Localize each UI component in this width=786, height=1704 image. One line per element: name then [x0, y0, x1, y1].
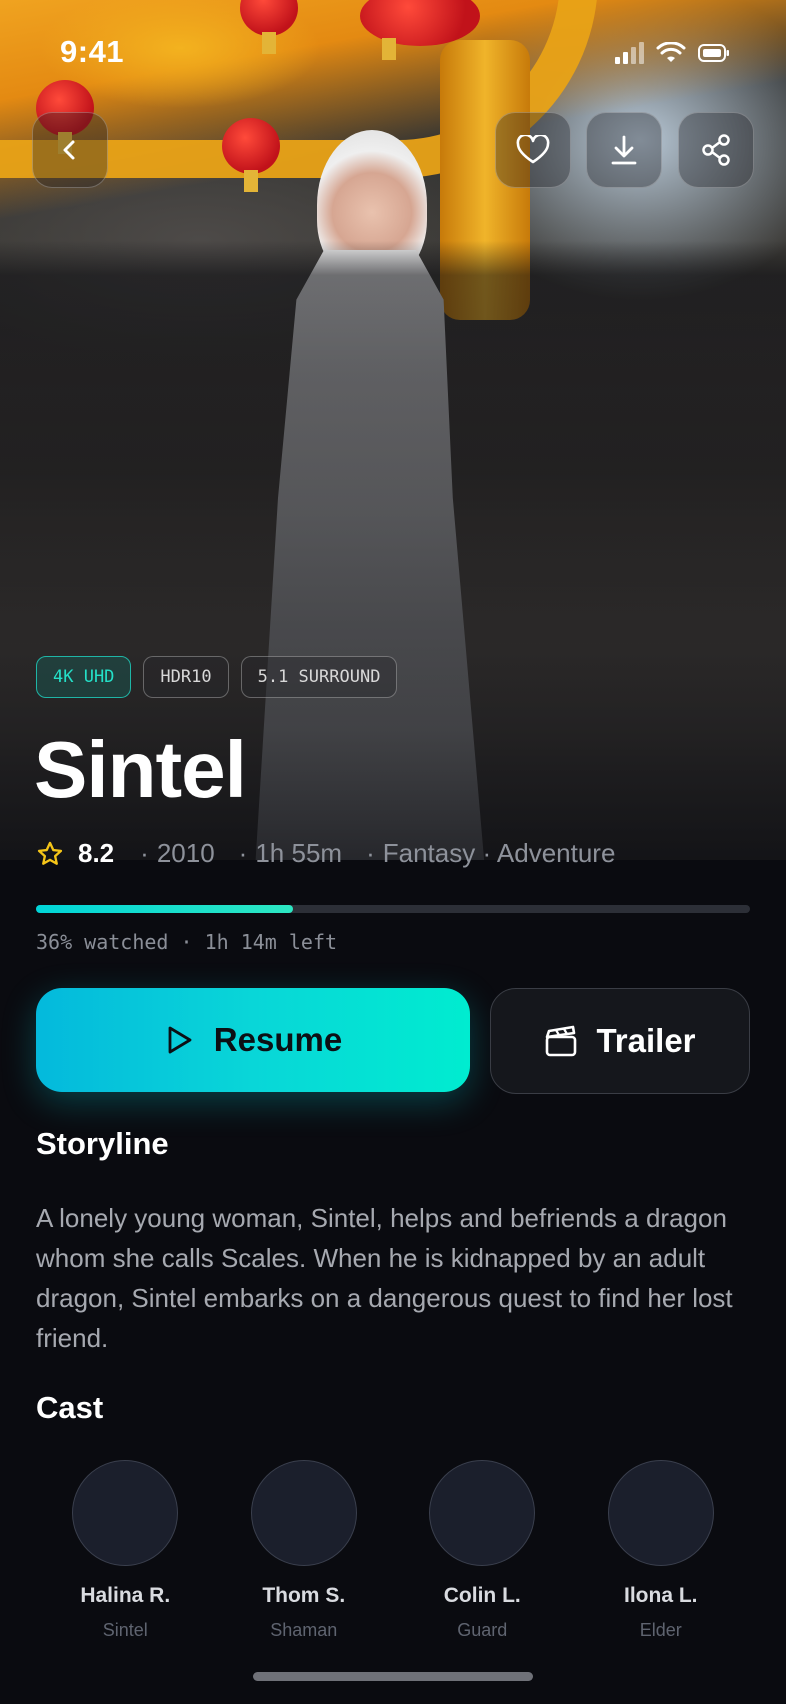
storyline-heading: Storyline: [36, 1126, 169, 1161]
resume-label: Resume: [213, 1021, 343, 1058]
download-button[interactable]: [586, 112, 662, 188]
movie-genres: Fantasy · Adventure: [382, 838, 616, 868]
cast-member[interactable]: Ilona L. Elder: [572, 1460, 751, 1641]
badge-4k: 4K UHD: [36, 656, 132, 698]
cast-heading: Cast: [36, 1390, 104, 1425]
cast-role: Elder: [639, 1620, 682, 1640]
watch-progress-fill: [36, 905, 294, 913]
badge-surround: 5.1 SURROUND: [240, 656, 398, 698]
favorite-button[interactable]: [495, 112, 571, 188]
trailer-label: Trailer: [596, 1022, 696, 1059]
badge-hdr: HDR10: [143, 656, 229, 698]
cast-name: Thom S.: [262, 1584, 346, 1607]
meta-separator: ·: [140, 838, 149, 868]
watch-progress-bar[interactable]: [36, 905, 750, 913]
back-icon: [63, 140, 75, 160]
movie-meta: 8.2 · 2010 · 1h 55m · Fantasy · Adventur…: [36, 838, 615, 869]
cast-role: Shaman: [270, 1620, 338, 1640]
avatar: [72, 1460, 179, 1566]
meta-separator: ·: [238, 838, 248, 868]
heart-icon: [516, 135, 550, 164]
trailer-button[interactable]: Trailer: [490, 988, 750, 1094]
storyline-text: A lonely young woman, Sintel, helps and …: [36, 1203, 733, 1353]
home-indicator[interactable]: [253, 1672, 533, 1681]
cast-name: Ilona L.: [624, 1584, 698, 1607]
cast-member[interactable]: Colin L. Guard: [393, 1460, 572, 1641]
cast-name: Colin L.: [443, 1584, 521, 1607]
cast-role: Guard: [457, 1620, 508, 1640]
cast-member[interactable]: Halina R. Sintel: [36, 1460, 215, 1641]
star-icon: [37, 841, 63, 865]
movie-title: Sintel: [34, 725, 247, 814]
play-icon: [168, 1026, 192, 1054]
format-badges: 4K UHD HDR10 5.1 SURROUND: [36, 656, 398, 698]
download-icon: [611, 135, 637, 165]
status-time: 9:41: [60, 34, 125, 69]
cast-name: Halina R.: [80, 1584, 171, 1607]
back-button[interactable]: [32, 112, 108, 188]
avatar: [607, 1460, 714, 1566]
battery-icon: [698, 44, 729, 62]
cast-list: Halina R. Sintel Thom S. Shaman Colin L.…: [36, 1460, 750, 1641]
resume-button[interactable]: Resume: [36, 988, 470, 1092]
avatar: [429, 1460, 536, 1566]
movie-rating: 8.2: [78, 838, 115, 868]
share-icon: [702, 134, 730, 166]
wifi-icon: [656, 42, 686, 62]
status-icons: [614, 42, 730, 64]
movie-duration: 1h 55m: [255, 838, 343, 868]
watch-progress-label: 36% watched · 1h 14m left: [36, 930, 338, 954]
signal-icon: [615, 42, 644, 64]
movie-year: 2010: [156, 838, 215, 868]
clapperboard-icon: [546, 1025, 577, 1057]
cast-member[interactable]: Thom S. Shaman: [215, 1460, 394, 1641]
avatar: [250, 1460, 357, 1566]
meta-separator: ·: [366, 838, 375, 868]
share-button[interactable]: [678, 112, 754, 188]
cast-role: Sintel: [102, 1620, 148, 1640]
status-bar: 9:41: [0, 0, 786, 110]
